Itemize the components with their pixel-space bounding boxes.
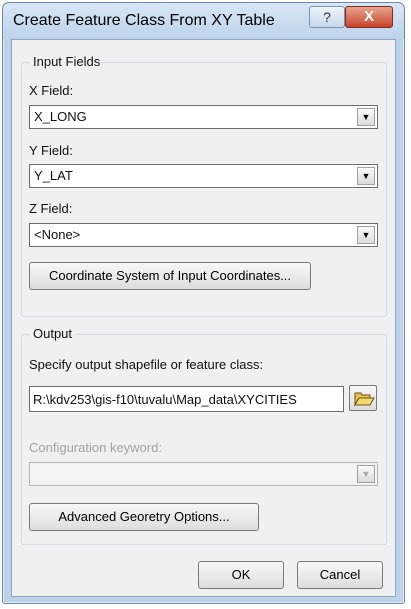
z-field-label: Z Field:	[29, 201, 73, 216]
x-field-label: X Field:	[29, 83, 74, 98]
chevron-down-icon[interactable]: ▼	[357, 226, 375, 244]
cancel-button[interactable]: Cancel	[297, 561, 383, 589]
chevron-down-icon[interactable]: ▼	[357, 108, 375, 126]
input-fields-legend: Input Fields	[30, 54, 104, 69]
ok-button[interactable]: OK	[198, 561, 284, 589]
config-keyword-label: Configuration keyword:	[29, 440, 162, 455]
x-field-combo[interactable]: X_LONG ▼	[29, 105, 378, 129]
help-button[interactable]: ?	[309, 6, 345, 28]
input-fields-group: Input Fields X Field: X_LONG ▼ Y Field: …	[21, 54, 387, 317]
y-field-value: Y_LAT	[34, 168, 73, 183]
output-legend: Output	[30, 326, 76, 341]
close-button[interactable]: X	[345, 6, 393, 28]
browse-folder-button[interactable]	[349, 385, 377, 411]
chevron-down-icon[interactable]: ▼	[357, 167, 375, 185]
z-field-value: <None>	[34, 227, 81, 242]
dialog-body: Input Fields X Field: X_LONG ▼ Y Field: …	[11, 39, 396, 597]
title-bar[interactable]: Create Feature Class From XY Table ? X	[3, 3, 404, 39]
output-path-field[interactable]: R:\kdv253\gis-f10\tuvalu\Map_data\XYCITI…	[29, 386, 344, 412]
dialog-title: Create Feature Class From XY Table	[13, 12, 275, 29]
output-path-value: R:\kdv253\gis-f10\tuvalu\Map_data\XYCITI…	[33, 392, 297, 407]
y-field-combo[interactable]: Y_LAT ▼	[29, 164, 378, 188]
chevron-down-icon[interactable]: ▼	[357, 465, 375, 483]
output-group: Output Specify output shapefile or featu…	[21, 326, 387, 545]
dialog-window: Create Feature Class From XY Table ? X I…	[2, 2, 405, 604]
specify-output-label: Specify output shapefile or feature clas…	[29, 357, 264, 372]
z-field-combo[interactable]: <None> ▼	[29, 223, 378, 247]
coordinate-system-button[interactable]: Coordinate System of Input Coordinates..…	[29, 262, 311, 290]
y-field-label: Y Field:	[29, 143, 73, 158]
advanced-geometry-options-button[interactable]: Advanced Georetry Options...	[29, 503, 259, 531]
config-keyword-combo[interactable]: ▼	[29, 462, 378, 486]
open-folder-icon	[354, 392, 375, 407]
x-field-value: X_LONG	[34, 109, 87, 124]
